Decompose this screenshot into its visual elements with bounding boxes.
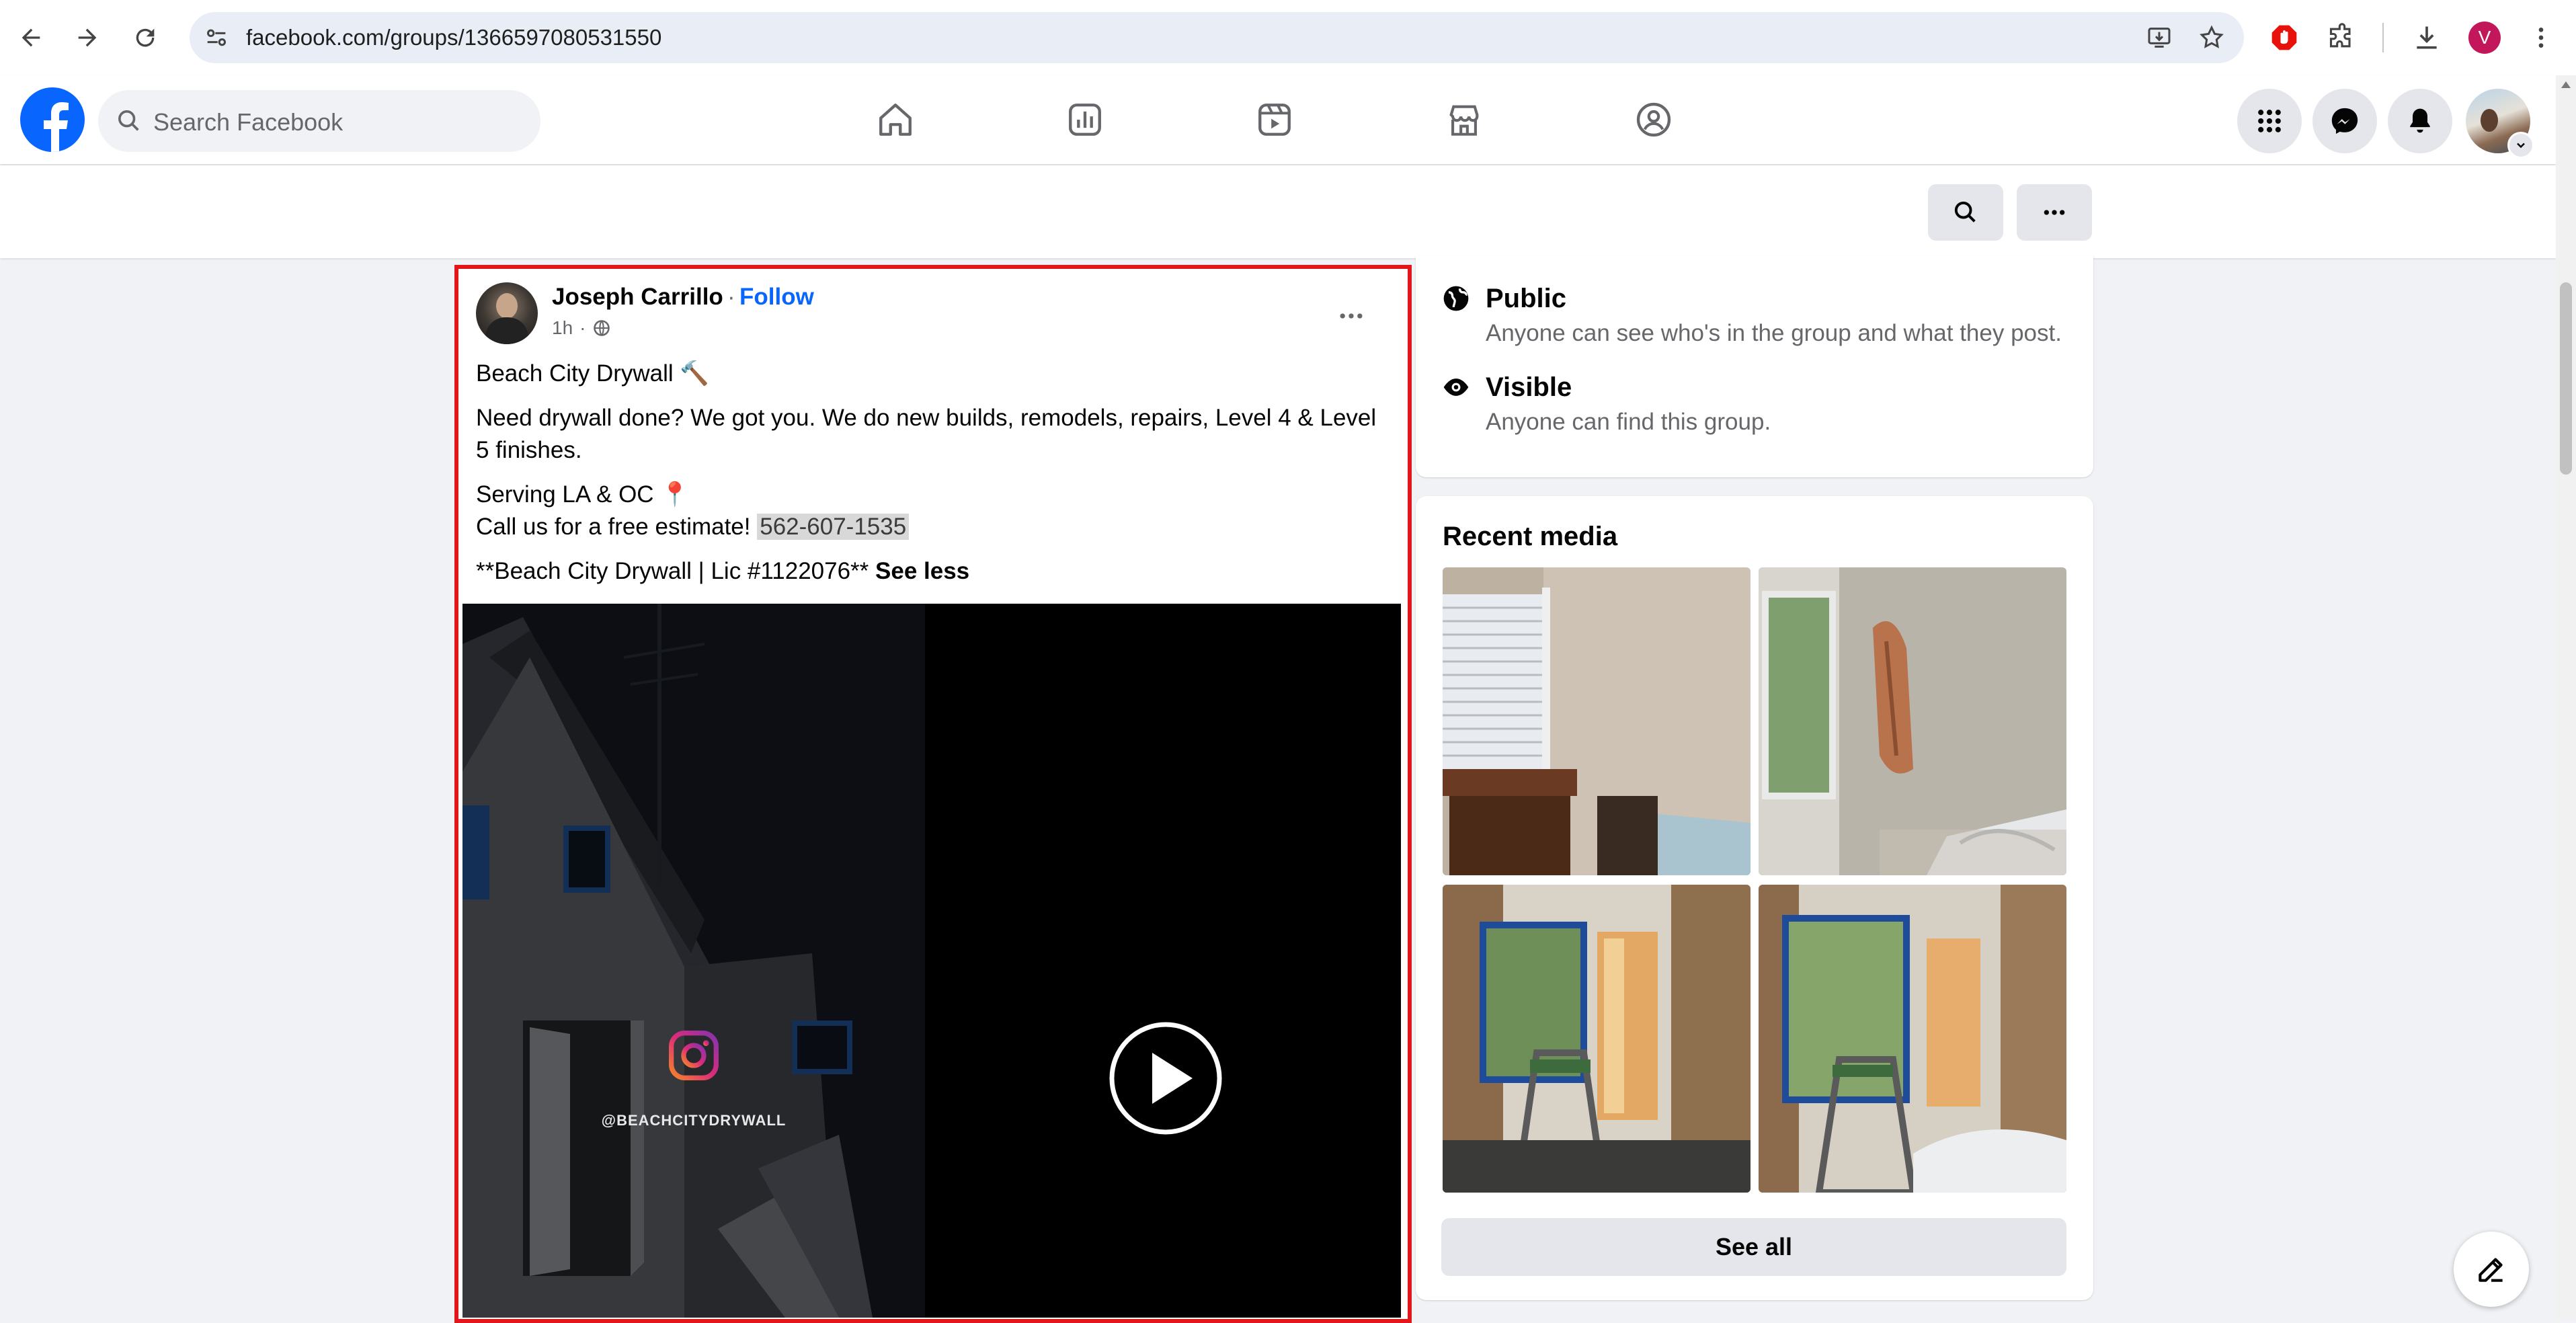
back-icon[interactable] xyxy=(9,16,52,59)
bookmark-star-icon[interactable] xyxy=(2198,24,2225,51)
more-horizontal-icon xyxy=(2044,210,2065,215)
messenger-icon[interactable] xyxy=(2312,89,2377,153)
chrome-menu-icon[interactable] xyxy=(2520,16,2563,59)
menu-grid-icon[interactable] xyxy=(2237,89,2302,153)
avatar-person-shape xyxy=(2481,109,2498,132)
post-text-line: **Beach City Drywall | Lic #1122076** xyxy=(476,558,876,584)
group-more-button[interactable] xyxy=(2017,184,2092,241)
post-text-line-license: **Beach City Drywall | Lic #1122076** Se… xyxy=(476,555,969,588)
facebook-header: Search Facebook xyxy=(0,75,2556,164)
play-button-icon[interactable] xyxy=(1109,1022,1222,1135)
account-chevron-down-icon[interactable] xyxy=(2507,132,2534,159)
meta-dot: · xyxy=(579,317,586,338)
globe-icon xyxy=(1443,286,1469,311)
downloads-icon[interactable] xyxy=(2405,16,2448,59)
visibility-description: Anyone can find this group. xyxy=(1486,409,1771,435)
notifications-bell-icon[interactable] xyxy=(2388,89,2452,153)
post-text-line: Need drywall done? We got you. We do new… xyxy=(476,405,1377,431)
media-video[interactable] xyxy=(929,604,1401,1318)
media-thumbnail[interactable] xyxy=(1443,567,1750,875)
search-input[interactable]: Search Facebook xyxy=(153,108,343,136)
post-meta: 1h · xyxy=(552,317,611,339)
address-bar[interactable]: facebook.com/groups/1366597080531550 xyxy=(190,12,2244,63)
post-text-line-cta: Call us for a free estimate! 562-607-153… xyxy=(476,511,910,543)
forward-icon[interactable] xyxy=(66,16,109,59)
recent-media-card: Recent media See all xyxy=(1416,496,2093,1300)
group-about-card: Public Anyone can see who's in the group… xyxy=(1416,255,2093,477)
compose-edit-icon xyxy=(2479,1258,2503,1282)
url-text[interactable]: facebook.com/groups/1366597080531550 xyxy=(246,25,661,50)
avatar-body-shape xyxy=(485,317,528,344)
group-search-button[interactable] xyxy=(1928,184,2003,241)
scroll-up-arrow-icon[interactable] xyxy=(2561,81,2571,89)
see-less-link[interactable]: See less xyxy=(875,558,969,584)
media-thumbnail[interactable] xyxy=(1759,567,2066,875)
search-icon xyxy=(1954,201,1976,223)
post-author-name[interactable]: Joseph Carrillo xyxy=(552,284,723,311)
more-horizontal-icon xyxy=(1340,313,1363,319)
search-bar[interactable]: Search Facebook xyxy=(98,90,540,152)
avatar-face-shape xyxy=(496,293,518,319)
search-icon xyxy=(116,108,143,134)
instagram-icon xyxy=(667,1029,721,1082)
follow-link[interactable]: Follow xyxy=(739,284,814,311)
visibility-title: Visible xyxy=(1486,372,1572,402)
reload-icon[interactable] xyxy=(124,16,167,59)
media-image-house[interactable]: @BEACHCITYDRYWALL xyxy=(462,604,925,1318)
instagram-handle: @BEACHCITYDRYWALL xyxy=(601,1112,787,1129)
nav-video-icon[interactable] xyxy=(1248,93,1301,147)
browser-toolbar: facebook.com/groups/1366597080531550 V xyxy=(0,0,2576,77)
toolbar-divider xyxy=(2382,23,2384,52)
post-options-button[interactable] xyxy=(1323,288,1379,344)
phone-number[interactable]: 562-607-1535 xyxy=(757,514,910,540)
nav-home-icon[interactable] xyxy=(869,93,922,147)
extensions-puzzle-icon[interactable] xyxy=(2321,16,2364,59)
media-thumbnail[interactable] xyxy=(1443,885,1750,1193)
scrollbar-thumb[interactable] xyxy=(2560,282,2572,475)
install-app-icon[interactable] xyxy=(2146,24,2173,51)
post-timestamp[interactable]: 1h xyxy=(552,317,573,339)
post-text-line: 5 finishes. xyxy=(476,437,582,463)
author-avatar[interactable] xyxy=(476,282,538,344)
post-text-line: Call us for a free estimate! xyxy=(476,514,758,540)
post-media[interactable]: @BEACHCITYDRYWALL xyxy=(462,604,1401,1318)
media-thumbnail[interactable] xyxy=(1759,885,2066,1193)
page-scrollbar[interactable] xyxy=(2556,75,2576,1320)
post-text-line: Beach City Drywall 🔨 xyxy=(476,360,709,387)
nav-groups-icon[interactable] xyxy=(1627,93,1681,147)
site-settings-icon[interactable] xyxy=(203,24,230,51)
recent-media-title: Recent media xyxy=(1443,522,1618,551)
see-all-button[interactable]: See all xyxy=(1441,1218,2066,1276)
group-header-bar xyxy=(0,165,2556,258)
globe-icon xyxy=(594,320,610,336)
facebook-logo-icon[interactable] xyxy=(20,87,85,152)
new-message-button[interactable] xyxy=(2454,1232,2529,1307)
privacy-description: Anyone can see who's in the group and wh… xyxy=(1486,320,2062,346)
profile-avatar[interactable]: V xyxy=(2463,16,2506,59)
profile-initial: V xyxy=(2468,22,2501,54)
privacy-title: Public xyxy=(1486,284,1567,313)
nav-dashboard-icon[interactable] xyxy=(1058,93,1112,147)
follow-separator: · xyxy=(727,284,735,310)
post-card: Joseph Carrillo · Follow 1h · Beach City… xyxy=(454,265,1412,1323)
post-text-line: Serving LA & OC 📍 xyxy=(476,481,690,508)
eye-icon xyxy=(1443,378,1469,396)
extension-adblock-icon[interactable] xyxy=(2263,16,2306,59)
nav-marketplace-icon[interactable] xyxy=(1437,93,1491,147)
